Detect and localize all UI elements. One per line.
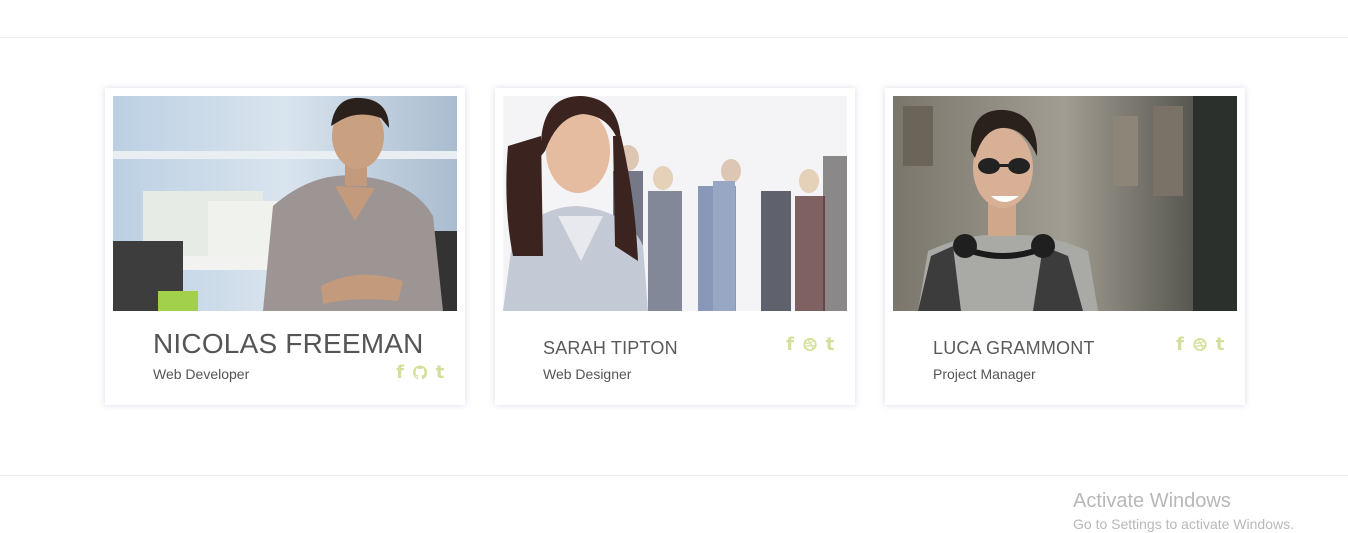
- member-role: Web Designer: [543, 366, 632, 382]
- member-role: Web Developer: [153, 366, 250, 382]
- team-photo[interactable]: [503, 96, 847, 311]
- social-links: f t: [1173, 334, 1227, 355]
- photo-businesswoman: [503, 96, 847, 311]
- top-divider: [0, 37, 1348, 38]
- member-role: Project Manager: [933, 366, 1036, 382]
- dribbble-icon[interactable]: [803, 335, 817, 353]
- tumblr-icon[interactable]: t: [823, 334, 837, 355]
- team-card-luca: LUCA GRAMMONT Project Manager f t: [885, 88, 1245, 405]
- social-links: f t: [393, 362, 447, 383]
- social-links: f t: [783, 334, 837, 355]
- member-name: SARAH TIPTON: [543, 338, 678, 358]
- watermark-subtitle: Go to Settings to activate Windows.: [1073, 516, 1294, 532]
- team-card-sarah: SARAH TIPTON Web Designer f t: [495, 88, 855, 405]
- tumblr-icon[interactable]: t: [1213, 334, 1227, 355]
- bottom-divider: [0, 475, 1348, 476]
- tumblr-icon[interactable]: t: [433, 362, 447, 383]
- dribbble-glyph: [1193, 337, 1207, 351]
- windows-activation-watermark: Activate Windows Go to Settings to activ…: [1073, 489, 1294, 533]
- github-icon[interactable]: [413, 363, 427, 381]
- dribbble-glyph: [803, 337, 817, 351]
- dribbble-icon[interactable]: [1193, 335, 1207, 353]
- watermark-title: Activate Windows: [1073, 490, 1231, 512]
- team-section: NICOLAS FREEMAN Web Developer f t SARAH …: [0, 0, 1348, 533]
- team-photo[interactable]: [113, 96, 457, 311]
- photo-office-man: [113, 96, 457, 311]
- photo-street-man: [893, 96, 1237, 311]
- member-name: LUCA GRAMMONT: [933, 338, 1095, 358]
- member-name: NICOLAS FREEMAN: [153, 328, 424, 359]
- facebook-icon[interactable]: f: [393, 362, 407, 383]
- facebook-icon[interactable]: f: [783, 334, 797, 355]
- github-glyph: [413, 364, 427, 379]
- facebook-icon[interactable]: f: [1173, 334, 1187, 355]
- team-card-nicolas: NICOLAS FREEMAN Web Developer f t: [105, 88, 465, 405]
- team-photo[interactable]: [893, 96, 1237, 311]
